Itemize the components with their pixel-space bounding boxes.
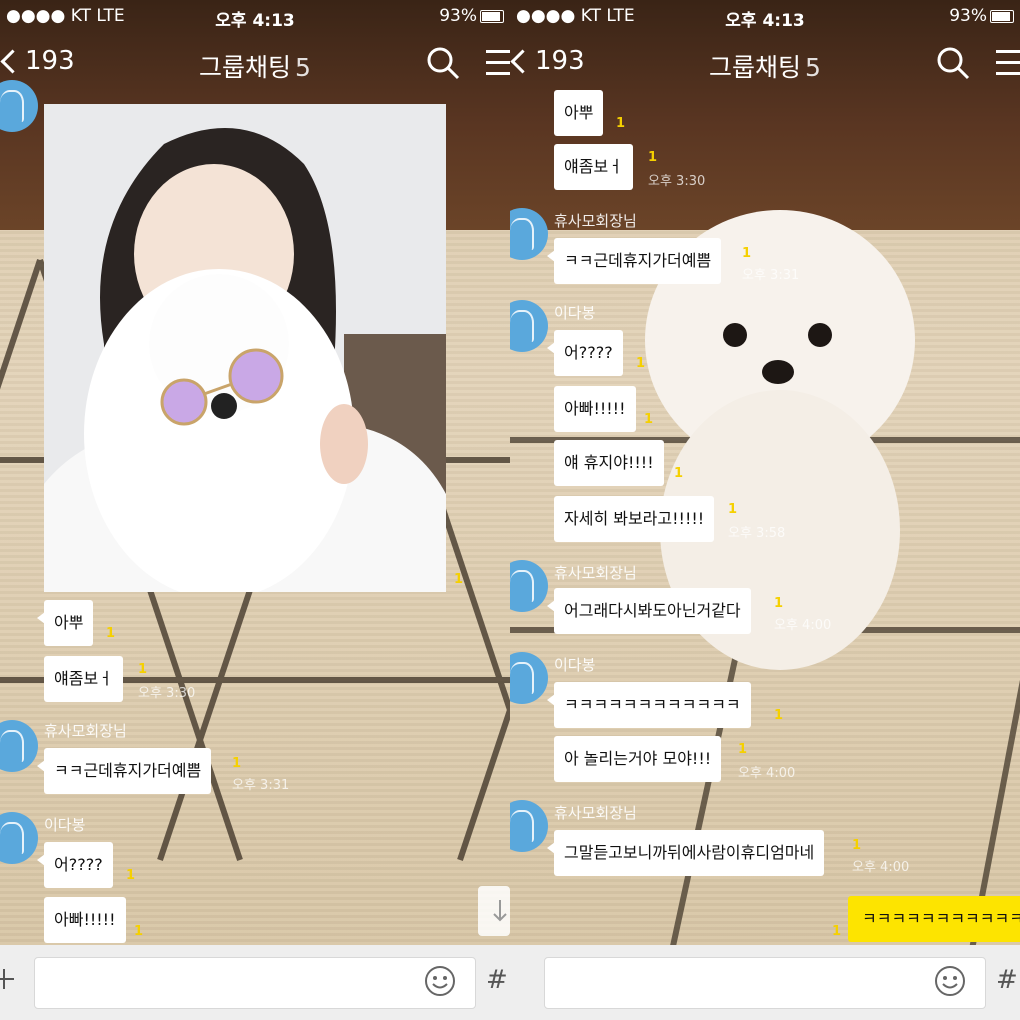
message-time: 오후 3:30 (138, 686, 196, 701)
screenshot-right: ●●●● KT LTE 오후 4:13 93% 193 그룹채팅 5 아뿌 1 얘… (510, 0, 1020, 1020)
emoji-icon[interactable] (934, 965, 966, 997)
unread-count: 1 (232, 756, 242, 771)
battery-indicator: 93% (439, 6, 504, 26)
message-bubble[interactable]: ㅋㅋ근데휴지가더예쁨 (546, 238, 722, 284)
photo-message[interactable] (44, 104, 446, 592)
chat-title-text: 그룹채팅 (709, 53, 802, 82)
message-bubble[interactable]: 얘좀보ㅓ (554, 144, 633, 190)
status-bar: ●●●● KT LTE 오후 4:13 93% (0, 0, 510, 32)
unread-count: 1 (852, 838, 862, 853)
screenshot-left: ●●●● KT LTE 오후 4:13 93% 193 그룹채팅 5 1 아뿌 … (0, 0, 510, 1020)
plus-icon[interactable] (0, 969, 14, 989)
unread-count: 1 (636, 356, 646, 371)
battery-percent: 93% (949, 6, 987, 26)
battery-percent: 93% (439, 6, 477, 26)
status-bar: ●●●● KT LTE 오후 4:13 93% (510, 0, 1020, 32)
unread-count: 1 (738, 742, 748, 757)
unread-count: 1 (138, 662, 148, 677)
emoji-icon[interactable] (424, 965, 456, 997)
message-time: 오후 3:31 (742, 268, 800, 283)
sender-name: 휴사모회장님 (554, 564, 637, 582)
unread-count: 1 (454, 572, 464, 587)
message-bubble[interactable]: 아빠!!!!! (44, 897, 126, 943)
message-time: 오후 3:31 (232, 778, 290, 793)
input-bar: # (510, 945, 1020, 1020)
unread-count: 1 (774, 596, 784, 611)
status-time: 오후 4:13 (215, 11, 295, 31)
message-bubble[interactable]: 그말듣고보니까뒤에사람이휴디엄마네 (546, 830, 825, 876)
search-icon[interactable] (426, 46, 460, 80)
unread-count: 1 (644, 412, 654, 427)
message-input[interactable] (34, 957, 476, 1009)
unread-count: 1 (674, 466, 684, 481)
message-bubble[interactable]: 어그래다시봐도아닌거같다 (547, 588, 751, 634)
sender-name: 휴사모회장님 (554, 804, 637, 822)
unread-count: 1 (134, 924, 144, 939)
search-icon[interactable] (936, 46, 970, 80)
message-time: 오후 4:00 (852, 860, 910, 875)
sender-name: 이다봉 (554, 304, 596, 322)
chat-title-text: 그룹채팅 (199, 53, 292, 82)
message-time: 오후 4:00 (774, 618, 832, 633)
battery-icon (480, 9, 504, 23)
sender-name: 이다봉 (554, 656, 596, 674)
battery-indicator: 93% (949, 6, 1014, 26)
member-count: 5 (295, 53, 311, 82)
unread-count: 1 (126, 868, 136, 883)
scroll-down-icon (493, 900, 507, 922)
message-time: 오후 3:58 (728, 526, 786, 541)
chat-header: 193 그룹채팅 5 (510, 32, 1020, 96)
message-bubble[interactable]: ㅋㅋ근데휴지가더예쁨 (36, 748, 212, 794)
message-bubble[interactable]: 아뿌 (554, 90, 604, 136)
my-message-bubble[interactable]: ㅋㅋㅋㅋㅋㅋㅋㅋㅋㅋㅋ (848, 896, 1020, 942)
battery-icon (990, 9, 1014, 23)
message-input[interactable] (544, 957, 986, 1009)
message-bubble[interactable]: 얘 휴지야!!!! (554, 440, 664, 486)
message-bubble[interactable]: 자세히 봐보라고!!!!! (554, 496, 715, 542)
unread-count: 1 (106, 626, 116, 641)
message-bubble[interactable]: 얘좀보ㅓ (44, 656, 123, 702)
scroll-down-button[interactable] (478, 886, 510, 936)
message-bubble[interactable]: 어???? (37, 842, 113, 888)
sender-name: 휴사모회장님 (554, 212, 637, 230)
message-bubble[interactable]: 아 놀리는거야 모야!!! (554, 736, 722, 782)
message-time: 오후 4:00 (738, 766, 796, 781)
message-bubble[interactable]: 어???? (547, 330, 623, 376)
unread-count: 1 (742, 246, 752, 261)
hash-button[interactable]: # (486, 965, 508, 995)
unread-count: 1 (648, 150, 658, 165)
unread-count: 1 (728, 502, 738, 517)
sender-name: 휴사모회장님 (44, 722, 127, 740)
unread-count: 1 (832, 924, 842, 939)
member-count: 5 (805, 53, 821, 82)
sender-name: 이다봉 (44, 816, 86, 834)
chat-header: 193 그룹채팅 5 (0, 32, 510, 96)
input-bar: # (0, 945, 510, 1020)
message-bubble[interactable]: 아뿌 (36, 600, 94, 646)
dog-with-sunglasses-photo (44, 104, 446, 592)
message-bubble[interactable]: 아빠!!!!! (554, 386, 636, 432)
hash-button[interactable]: # (996, 965, 1018, 995)
unread-count: 1 (616, 116, 626, 131)
unread-count: 1 (774, 708, 784, 723)
menu-icon[interactable] (486, 50, 510, 76)
message-bubble[interactable]: ㅋㅋㅋㅋㅋㅋㅋㅋㅋㅋㅋㅋ (547, 682, 751, 728)
message-time: 오후 3:30 (648, 174, 706, 189)
menu-icon[interactable] (996, 50, 1020, 76)
status-time: 오후 4:13 (725, 11, 805, 31)
